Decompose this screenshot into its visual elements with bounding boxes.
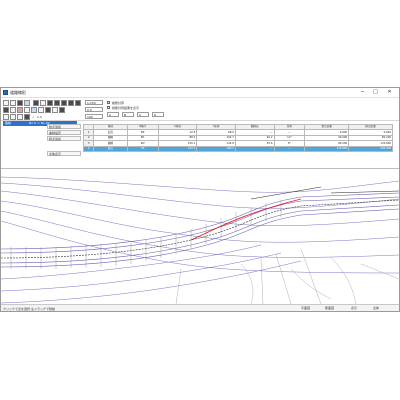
command-list: 始点追加 曲線設定 終点追加 全体表示 [1,121,83,167]
checkbox-1-label: 縦断計算 [112,100,125,105]
copy-icon[interactable] [24,100,30,106]
pitch-field[interactable]: 100 [85,114,103,119]
status-plan-view[interactable]: 平面図 [301,306,310,311]
small-field-4[interactable]: D [152,112,164,117]
status-message: クリックで点を選択 左ドラッグで移動 [3,306,55,311]
table-cell[interactable]: — [273,145,306,152]
title-bar: 道路線形 ─ □ ✕ [1,88,399,98]
print-icon[interactable] [17,100,23,106]
close-button[interactable]: ✕ [384,88,395,97]
checkbox-2[interactable] [107,106,110,109]
small-field-2[interactable]: B [122,112,134,117]
point-tool-icon[interactable] [17,107,23,113]
status-section-view[interactable]: 断面図 [325,306,334,311]
scale-field[interactable]: 1:250 [85,100,103,105]
contour-lines [1,176,399,304]
select-icon[interactable] [33,100,39,106]
pan-icon[interactable] [68,100,74,106]
command-add-end[interactable]: 終点追加 [47,136,81,141]
save-icon[interactable] [10,100,16,106]
table-cell[interactable]: 135.800 [304,145,350,152]
move-icon[interactable] [40,100,46,106]
rotate-icon[interactable] [47,100,53,106]
status-bar: クリックで点を選択 左ドラッグで移動 平面図 断面図 表示 全体 [1,304,399,311]
checkbox-1[interactable] [107,101,110,104]
checkbox-2-label: 横断計算結果を表示 [112,105,140,110]
line-tool-icon[interactable] [3,107,9,113]
command-curve[interactable]: 曲線設定 [47,130,81,135]
zoom-label: 1.0 [37,115,42,119]
zoom-in-icon[interactable] [54,100,60,106]
status-display[interactable]: 表示 [351,306,357,311]
minimize-button[interactable]: ─ [357,88,368,97]
alignment-table: 種別 IP番号 X座標 Y座標 曲線長 交角 始点距離 終点距離 1 起点 BP… [82,124,393,152]
plan-view-drawing[interactable] [1,169,399,305]
toolbar: ✓ 1.0 1:250 0.0 100 縦断計算 横断計算結果を表示 A B C… [1,98,399,120]
tangent-line-end [330,190,399,194]
fit-icon[interactable] [75,100,81,106]
small-field-3[interactable]: C [137,112,149,117]
text-tool-icon[interactable] [24,107,30,113]
redo-icon[interactable] [45,107,51,113]
tangent-line [250,186,322,200]
app-icon [3,90,8,95]
small-field-1[interactable]: A [107,112,119,117]
layer-icon[interactable] [52,107,58,113]
table-cell[interactable]: 終点 [93,145,128,152]
arc-tool-icon[interactable] [10,107,16,113]
zoom-out-icon[interactable] [61,100,67,106]
alignment-curve-highlight[interactable] [190,198,302,241]
table-cell[interactable]: 180.2 [196,145,236,152]
application-window: 道路線形 ─ □ ✕ ✓ 1.0 1:250 0.0 100 縦断計算 横断計算… [0,87,400,312]
table-cell[interactable]: 210.4 [157,145,198,152]
table-row-selected[interactable]: 4 終点 EP 210.4 180.2 — — 135.800 200.000 [82,145,393,152]
road-edge-lines [1,192,399,268]
cross-section-ticks [10,200,282,269]
command-add-start[interactable]: 始点追加 [47,124,81,129]
window-title: 道路線形 [10,89,26,95]
check-icon: ✓ [32,115,35,119]
offset-field[interactable]: 0.0 [85,107,103,112]
settings-icon[interactable] [59,107,65,113]
table-cell[interactable]: EP [126,145,159,152]
measure-tool-icon[interactable] [31,107,37,113]
table-cell[interactable]: — [234,145,275,152]
table-cell[interactable]: 200.000 [348,145,393,152]
undo-icon[interactable] [38,107,44,113]
table-cell: 4 [82,145,95,152]
drawing-canvas[interactable] [1,168,399,305]
maximize-button[interactable]: □ [370,88,381,97]
open-icon[interactable] [3,100,9,106]
status-fit-all[interactable]: 全体 [373,306,379,311]
command-fit-all[interactable]: 全体表示 [47,151,81,156]
